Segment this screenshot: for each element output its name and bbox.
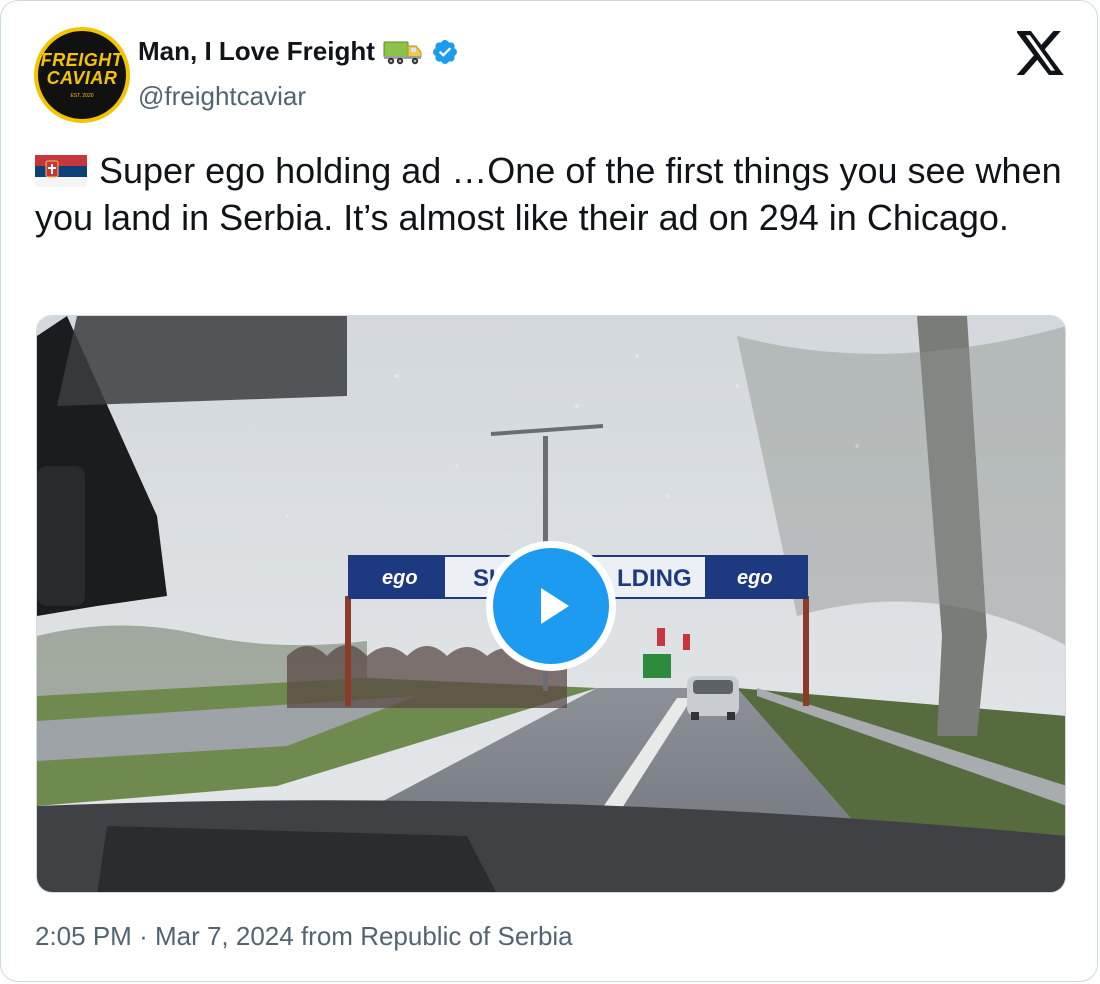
tweet-date[interactable]: Mar 7, 2024 <box>155 921 294 951</box>
avatar-text-line2: CAVIAR <box>46 68 118 88</box>
serbia-flag-icon <box>35 153 87 187</box>
tweet-footer: 2:05 PM · Mar 7, 2024 from Republic of S… <box>35 921 573 952</box>
sign-brand-right: ego <box>737 567 773 589</box>
play-icon <box>493 548 609 664</box>
from-label: from <box>300 921 353 951</box>
avatar[interactable]: FREIGHT CAVIAR EST. 2020 <box>34 27 130 123</box>
tweet-card[interactable]: FREIGHT CAVIAR EST. 2020 Man, I Love Fre… <box>0 0 1098 982</box>
avatar-text-line1: FREIGHT <box>40 50 124 70</box>
author-name-row: Man, I Love Freight <box>138 36 459 67</box>
x-logo-icon[interactable] <box>1015 31 1065 75</box>
author-display-name[interactable]: Man, I Love Freight <box>138 36 375 67</box>
sign-brand-left: ego <box>382 567 418 589</box>
tweet-text: Super ego holding ad …One of the first t… <box>35 147 1065 241</box>
video-player[interactable]: ego SU LDING ego <box>36 315 1066 893</box>
tweet-location[interactable]: Republic of Serbia <box>360 921 572 951</box>
footer-separator: · <box>139 921 148 951</box>
verified-badge-icon[interactable] <box>431 38 459 66</box>
play-button[interactable] <box>486 541 616 671</box>
avatar-small-text: EST. 2020 <box>70 93 94 99</box>
author-handle[interactable]: @freightcaviar <box>138 81 306 112</box>
sign-text-right: LDING <box>617 565 692 592</box>
truck-icon <box>383 39 423 65</box>
tweet-time[interactable]: 2:05 PM <box>35 921 132 951</box>
tweet-body: Super ego holding ad …One of the first t… <box>35 150 1062 238</box>
